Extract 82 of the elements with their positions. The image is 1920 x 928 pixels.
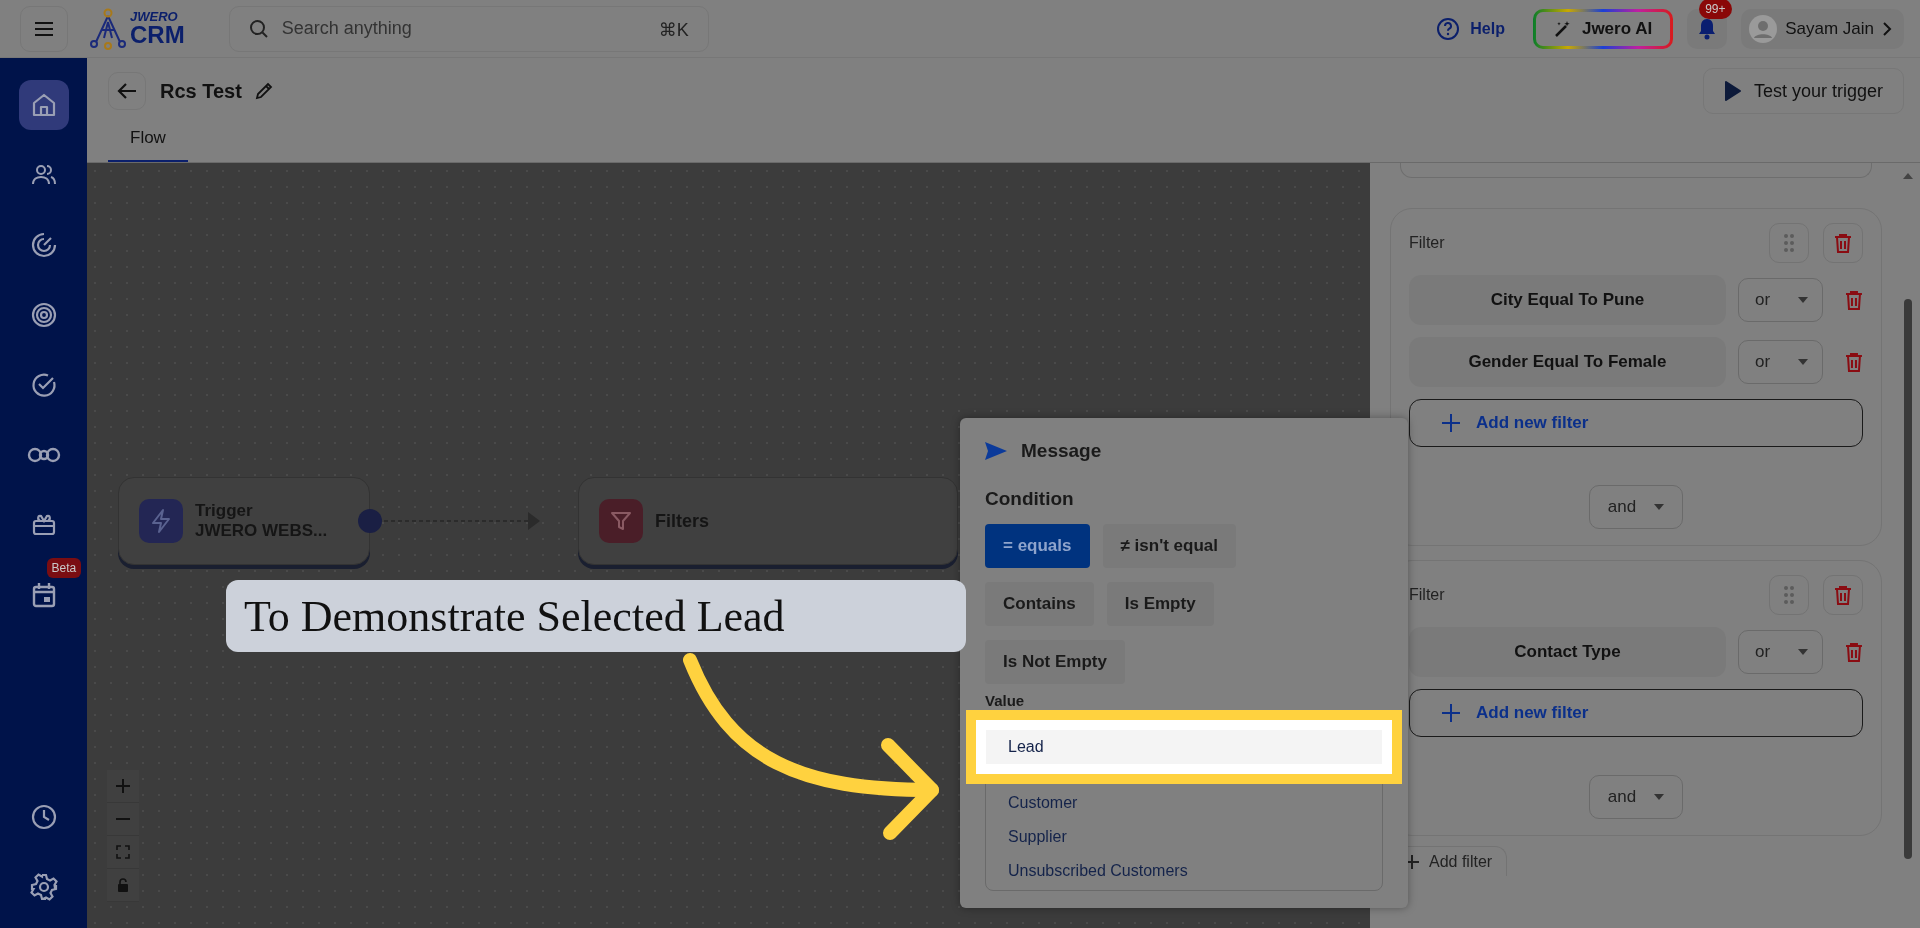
drag-dots-icon xyxy=(1783,585,1795,605)
logo-title: CRM xyxy=(130,23,185,47)
caret-icon xyxy=(1798,649,1809,655)
target-icon xyxy=(30,302,57,328)
play-icon xyxy=(1723,80,1742,102)
trash-icon[interactable] xyxy=(1845,290,1863,310)
condition-option[interactable]: = equals xyxy=(985,524,1090,568)
chevron-right-icon xyxy=(1882,21,1892,36)
test-trigger-button[interactable]: Test your trigger xyxy=(1702,68,1904,114)
funnel-icon xyxy=(610,510,632,532)
condition-chip[interactable]: Contact Type xyxy=(1409,627,1726,677)
plus-icon xyxy=(116,779,130,793)
sidebar-item[interactable] xyxy=(18,80,69,130)
avatar-icon xyxy=(1749,14,1778,43)
beta-badge: Beta xyxy=(46,558,82,578)
condition-option[interactable]: Contains xyxy=(985,582,1094,626)
joiner-select[interactable]: or xyxy=(1737,630,1824,674)
trash-icon xyxy=(1834,233,1852,253)
shortcut-hint: ⌘K xyxy=(658,18,689,41)
condition-chip[interactable]: City Equal To Pune xyxy=(1409,275,1726,325)
arrow-left-icon xyxy=(117,82,137,100)
user-menu[interactable]: Sayam Jain xyxy=(1741,8,1904,49)
condition-option[interactable]: Is Not Empty xyxy=(985,640,1125,684)
add-new-filter-button[interactable]: Add new filter xyxy=(1409,689,1863,737)
fullscreen-icon xyxy=(116,845,130,859)
plus-icon xyxy=(1442,414,1460,432)
caret-icon xyxy=(1798,297,1809,303)
calendar-icon xyxy=(30,581,57,609)
delete-button[interactable] xyxy=(1823,575,1863,615)
callout-label: To Demonstrate Selected Lead xyxy=(226,580,966,652)
menu-icon xyxy=(34,20,54,37)
settings-icon xyxy=(29,873,58,901)
logo-wordmark: JWERO xyxy=(130,10,179,23)
joiner-select[interactable]: or xyxy=(1737,278,1824,322)
trash-icon[interactable] xyxy=(1845,352,1863,372)
notification-badge: 99+ xyxy=(1699,0,1732,19)
joiner-select[interactable]: or xyxy=(1737,340,1824,384)
home-icon xyxy=(30,92,57,118)
gift-icon xyxy=(30,512,57,538)
menu-button[interactable] xyxy=(20,5,68,52)
help-link[interactable]: Help xyxy=(1470,19,1505,38)
lock-icon xyxy=(117,878,129,892)
condition-label: Condition xyxy=(985,488,1075,510)
join-select[interactable]: and xyxy=(1588,775,1684,819)
plus-icon xyxy=(1442,704,1460,722)
delete-button[interactable] xyxy=(1823,223,1863,263)
dropdown-option[interactable]: Supplier xyxy=(986,820,1382,854)
trash-icon xyxy=(1834,585,1852,605)
filter-label: Filter xyxy=(1409,234,1445,252)
caret-icon xyxy=(1654,504,1665,510)
minus-icon xyxy=(116,817,130,821)
scroll-up-icon xyxy=(1903,173,1913,179)
logo-icon xyxy=(90,7,126,50)
condition-option[interactable]: Is Empty xyxy=(1106,582,1214,626)
search-icon xyxy=(248,18,269,39)
plus-icon xyxy=(1405,854,1419,869)
join-select[interactable]: and xyxy=(1588,485,1684,529)
send-icon xyxy=(985,442,1007,460)
trash-icon[interactable] xyxy=(1845,642,1863,662)
caret-icon xyxy=(1798,359,1809,365)
chain-link-icon xyxy=(26,445,61,465)
page-title: Rcs Test xyxy=(160,79,242,103)
popup-title: Message xyxy=(1021,440,1102,462)
check-circle-icon xyxy=(30,372,57,398)
clock-icon xyxy=(30,804,57,830)
pencil-icon[interactable] xyxy=(253,81,274,101)
filter-label: Filter xyxy=(1409,586,1445,604)
dropdown-option[interactable]: Customer xyxy=(986,786,1382,820)
drag-dots-icon xyxy=(1783,233,1795,253)
dropdown-option[interactable]: Unsubscribed Customers xyxy=(986,854,1382,888)
condition-chip[interactable]: Gender Equal To Female xyxy=(1409,337,1726,387)
add-new-filter-button[interactable]: Add new filter xyxy=(1409,399,1863,447)
drag-handle[interactable] xyxy=(1769,223,1809,263)
lightning-icon xyxy=(150,508,172,534)
back-button[interactable] xyxy=(108,72,146,110)
drag-handle[interactable] xyxy=(1769,575,1809,615)
caret-icon xyxy=(1654,794,1665,800)
gauge-icon xyxy=(30,232,57,258)
value-label: Value xyxy=(985,692,1026,709)
condition-option[interactable]: ≠ isn't equal xyxy=(1102,524,1236,568)
magic-wand-icon xyxy=(1553,19,1572,38)
help-icon[interactable] xyxy=(1436,16,1461,41)
